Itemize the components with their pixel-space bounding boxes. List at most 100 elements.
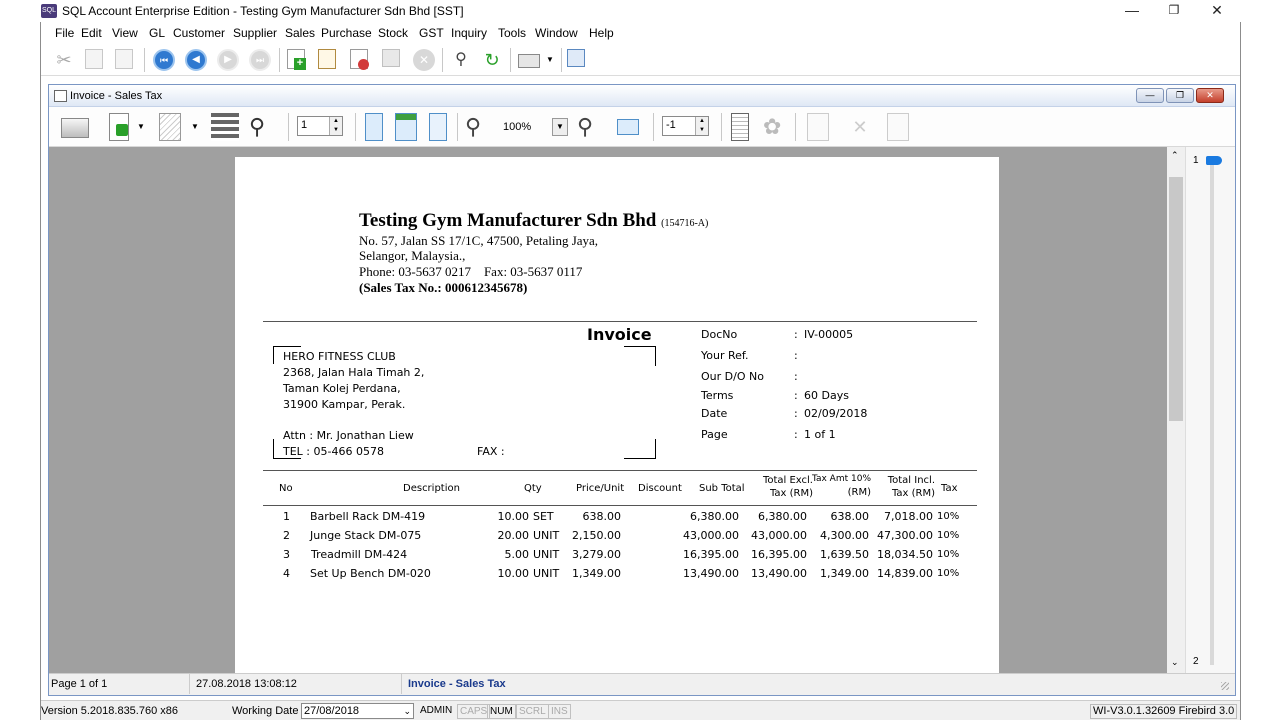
page-setup-dropdown-icon[interactable]: ▼ bbox=[191, 113, 201, 141]
print-icon[interactable] bbox=[518, 54, 540, 68]
search-icon[interactable]: ⚲ bbox=[249, 113, 277, 141]
new-page-icon[interactable] bbox=[807, 113, 829, 141]
row-taxamt: 638.00 bbox=[830, 510, 870, 523]
row-price: 3,279.00 bbox=[572, 548, 621, 561]
row-subtotal: 43,000.00 bbox=[683, 529, 739, 542]
whole-page-icon[interactable] bbox=[429, 113, 447, 141]
thumb-page-1[interactable]: 1 bbox=[1193, 155, 1199, 166]
restore-button[interactable]: ❐ bbox=[1152, 0, 1196, 22]
minimize-button[interactable]: — bbox=[1110, 0, 1154, 22]
menu-gl[interactable]: GL bbox=[149, 26, 165, 40]
row-price: 1,349.00 bbox=[572, 567, 621, 580]
row-qty: 20.00 bbox=[497, 529, 530, 542]
first-record-icon[interactable]: ⏮ bbox=[153, 49, 175, 71]
previous-record-icon[interactable]: ◀ bbox=[185, 49, 207, 71]
copy-icon[interactable] bbox=[85, 49, 103, 69]
sql-account-icon: SQL bbox=[41, 4, 57, 18]
page-setup-icon[interactable] bbox=[159, 113, 181, 141]
row-incl: 47,300.00 bbox=[877, 529, 933, 542]
edit-page-icon[interactable] bbox=[887, 113, 909, 141]
row-price: 638.00 bbox=[582, 510, 622, 523]
fit-icon[interactable] bbox=[617, 119, 639, 135]
delete-icon[interactable] bbox=[350, 49, 369, 70]
menu-file[interactable]: File bbox=[55, 26, 74, 40]
menu-purchase[interactable]: Purchase bbox=[321, 26, 372, 40]
customer-name: HERO FITNESS CLUB bbox=[283, 350, 396, 363]
user-label: ADMIN bbox=[420, 705, 453, 716]
row-desc: Set Up Bench DM-020 bbox=[310, 567, 431, 580]
page-number-value: 1 bbox=[301, 119, 308, 131]
status-page: Page 1 of 1 bbox=[51, 678, 108, 690]
paste-icon[interactable] bbox=[115, 49, 133, 69]
find-icon[interactable]: ⚲ bbox=[450, 49, 472, 71]
new-icon[interactable]: + bbox=[287, 49, 306, 70]
chevron-down-icon[interactable]: ⌄ bbox=[403, 704, 411, 718]
customer-address-3: 31900 Kampar, Perak. bbox=[283, 398, 406, 411]
menu-stock[interactable]: Stock bbox=[378, 26, 408, 40]
print-dropdown-icon[interactable]: ▼ bbox=[546, 49, 556, 71]
export-icon[interactable] bbox=[109, 113, 129, 141]
preview-status-bar: Page 1 of 1 27.08.2018 13:08:12 Invoice … bbox=[49, 673, 1235, 695]
menu-view[interactable]: View bbox=[112, 26, 138, 40]
col-incl-header-2: Tax (RM) bbox=[891, 488, 935, 499]
menu-tools[interactable]: Tools bbox=[498, 26, 526, 40]
scroll-up-icon[interactable]: ⌃ bbox=[1171, 150, 1179, 161]
row-incl: 7,018.00 bbox=[884, 510, 933, 523]
scroll-thumb[interactable] bbox=[1169, 177, 1183, 421]
child-close-button[interactable]: ✕ bbox=[1196, 88, 1224, 103]
report-tree-icon[interactable] bbox=[731, 113, 749, 141]
doc-heading: Invoice bbox=[587, 325, 652, 344]
save-icon[interactable] bbox=[382, 49, 400, 67]
refresh-icon[interactable]: ↻ bbox=[481, 49, 503, 71]
child-restore-button[interactable]: ❐ bbox=[1166, 88, 1194, 103]
row-tax: 10% bbox=[937, 568, 960, 579]
edit-icon[interactable] bbox=[318, 49, 336, 69]
single-page-icon[interactable] bbox=[365, 113, 383, 141]
company-address-2: Selangor, Malaysia., bbox=[359, 248, 466, 263]
row-tax: 10% bbox=[937, 511, 960, 522]
thumb-page-2[interactable]: 2 bbox=[1193, 656, 1199, 667]
export-dropdown-icon[interactable]: ▼ bbox=[137, 113, 147, 141]
outline-icon[interactable] bbox=[211, 113, 239, 141]
cancel-icon[interactable]: ✕ bbox=[413, 49, 435, 71]
page-offset-stepper[interactable]: -1 ▲ ▼ bbox=[662, 116, 709, 136]
scroll-down-icon[interactable]: ⌄ bbox=[1171, 657, 1179, 668]
resize-grip-icon[interactable] bbox=[1221, 682, 1229, 690]
menu-help[interactable]: Help bbox=[589, 26, 614, 40]
version-label: Version 5.2018.835.760 x86 bbox=[41, 705, 179, 717]
stepper-arrows-icon[interactable]: ▲ ▼ bbox=[329, 117, 342, 135]
print-icon[interactable] bbox=[61, 118, 89, 138]
date-value: 02/09/2018 bbox=[804, 407, 868, 420]
report-preview-window: Invoice - Sales Tax — ❐ ✕ ▼ ▼ ⚲ 1 ▲ ▼ ⚲ 10… bbox=[48, 84, 1236, 696]
stepper-arrows-icon[interactable]: ▲ ▼ bbox=[695, 117, 708, 135]
cut-icon[interactable]: ✂ bbox=[53, 49, 75, 71]
zoom-in-icon[interactable]: ⚲ bbox=[465, 113, 493, 141]
menu-gst[interactable]: GST bbox=[419, 26, 444, 40]
zoom-out-icon[interactable]: ⚲ bbox=[577, 113, 605, 141]
menu-window[interactable]: Window bbox=[535, 26, 578, 40]
row-qty: 10.00 bbox=[497, 510, 530, 523]
zoom-level[interactable]: 100% bbox=[503, 121, 531, 133]
menu-sales[interactable]: Sales bbox=[285, 26, 315, 40]
page-width-icon[interactable] bbox=[395, 113, 417, 141]
zoom-dropdown-icon[interactable]: ▼ bbox=[552, 118, 568, 136]
preview-scrollbar[interactable]: ⌃ ⌄ bbox=[1167, 147, 1185, 673]
working-date-label: Working Date bbox=[232, 705, 299, 717]
company-reg: (154716-A) bbox=[661, 218, 709, 229]
preview-icon[interactable] bbox=[567, 49, 585, 67]
menu-inquiry[interactable]: Inquiry bbox=[451, 26, 487, 40]
date-label: Date bbox=[701, 407, 728, 420]
menu-customer[interactable]: Customer bbox=[173, 26, 225, 40]
paw-icon[interactable]: ✿ bbox=[763, 113, 791, 141]
page-number-stepper[interactable]: 1 ▲ ▼ bbox=[297, 116, 343, 136]
delete-page-icon[interactable]: ✕ bbox=[846, 113, 874, 141]
col-tax-header: Tax bbox=[941, 483, 958, 494]
menu-supplier[interactable]: Supplier bbox=[233, 26, 277, 40]
working-date-picker[interactable]: 27/08/2018 ⌄ bbox=[301, 703, 414, 719]
close-button[interactable]: ✕ bbox=[1195, 0, 1239, 22]
last-record-icon[interactable]: ⏭ bbox=[249, 49, 271, 71]
menu-edit[interactable]: Edit bbox=[81, 26, 102, 40]
child-minimize-button[interactable]: — bbox=[1136, 88, 1164, 103]
terms-value: 60 Days bbox=[804, 389, 849, 402]
next-record-icon[interactable]: ▶ bbox=[217, 49, 239, 71]
